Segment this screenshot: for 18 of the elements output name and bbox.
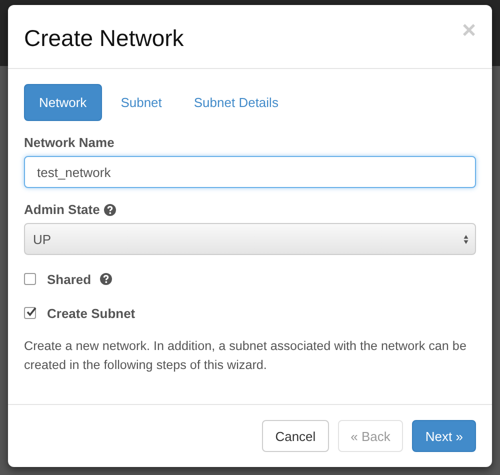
tab[interactable]: Subnet bbox=[108, 84, 175, 121]
checkbox-label: Shared bbox=[47, 272, 92, 286]
checkbox[interactable] bbox=[24, 307, 36, 319]
up-down-arrows-icon bbox=[463, 234, 469, 244]
tab[interactable]: Network bbox=[24, 84, 102, 121]
checkbox-label: Create Subnet bbox=[47, 306, 136, 320]
help-icon[interactable] bbox=[104, 204, 116, 216]
input-field[interactable]: test_network bbox=[24, 156, 476, 188]
dialog-title: Create Network bbox=[24, 25, 184, 52]
button[interactable]: Next » bbox=[412, 420, 476, 452]
dropdown[interactable]: UP bbox=[24, 223, 476, 255]
field-label: Network Name bbox=[24, 135, 114, 150]
button[interactable]: Cancel bbox=[262, 420, 329, 452]
checkbox[interactable] bbox=[24, 273, 36, 285]
tab[interactable]: Subnet Details bbox=[180, 84, 292, 121]
field-label: Admin State bbox=[24, 202, 100, 217]
description-text: Create a new network. In addition, a subnet associated with the network can be created in the following steps of this wizard. bbox=[24, 338, 468, 374]
help-icon[interactable] bbox=[100, 273, 112, 285]
